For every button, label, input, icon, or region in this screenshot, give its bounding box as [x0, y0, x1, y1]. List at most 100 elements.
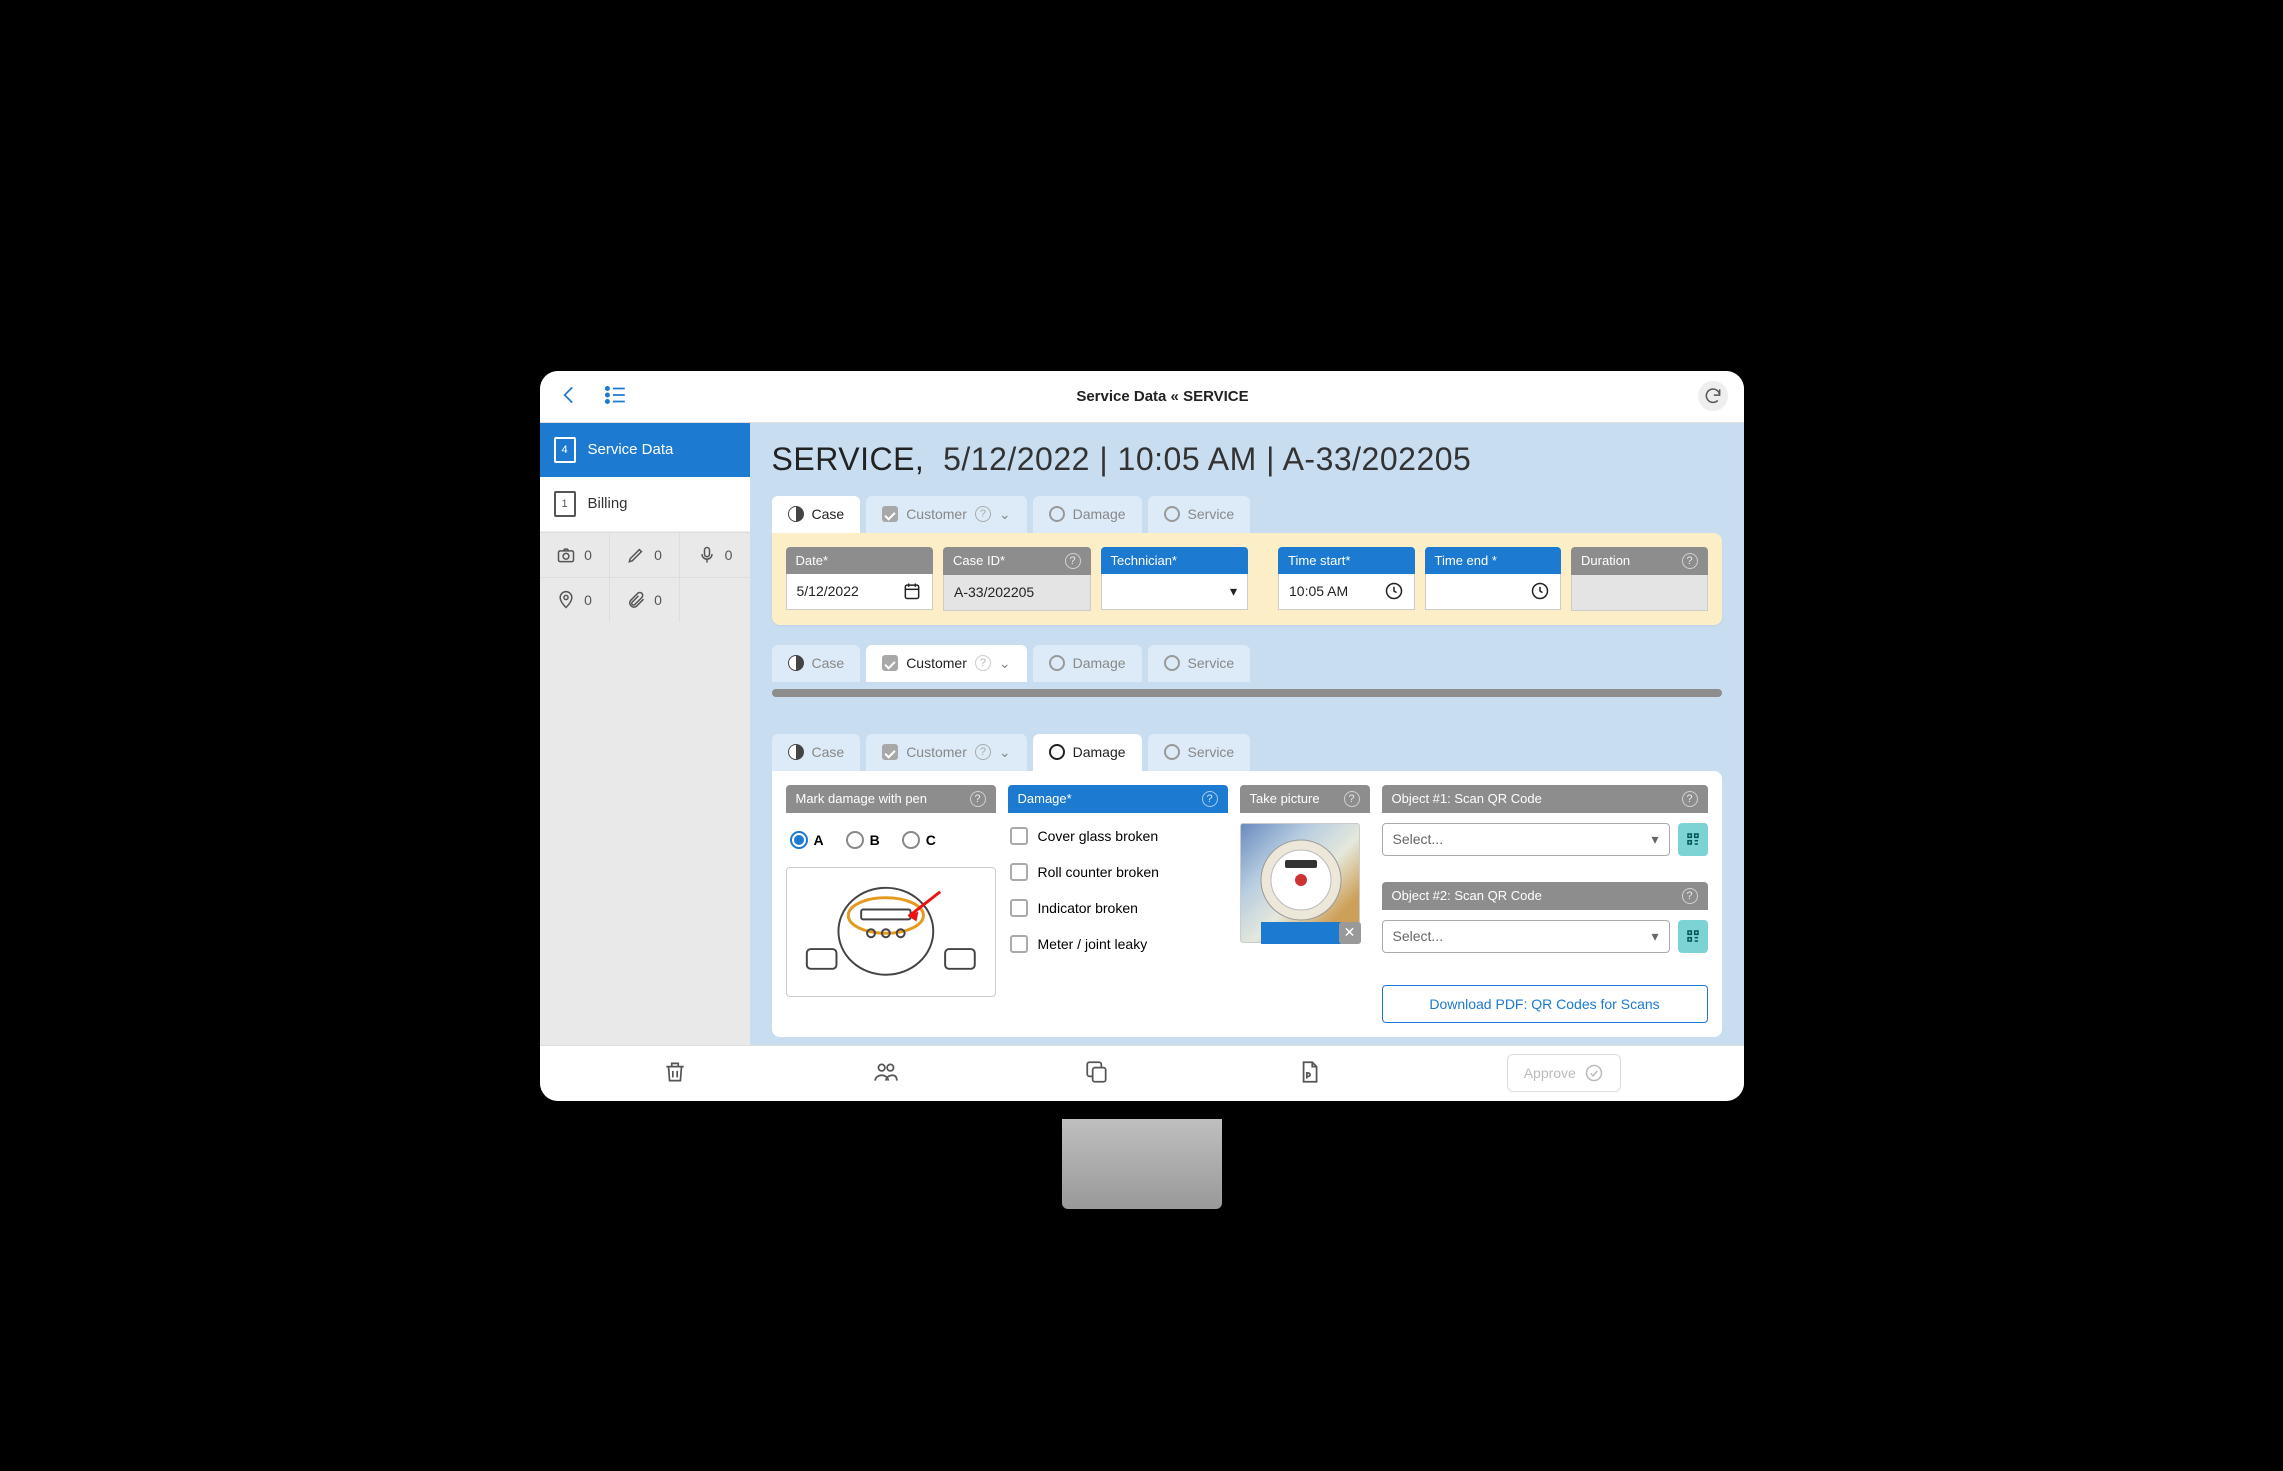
help-icon[interactable]: ? [1682, 791, 1698, 807]
record-header: SERVICE, 5/12/2022 | 10:05 AM | A-33/202… [772, 441, 1722, 478]
mic-counter[interactable]: 0 [680, 533, 750, 578]
field-label-take-picture: Take picture? [1240, 785, 1370, 813]
circle-icon [1049, 744, 1065, 760]
tab-case[interactable]: Case [772, 496, 861, 533]
bottom-bar: Approve [540, 1045, 1744, 1101]
tab-customer[interactable]: Customer?⌄ [866, 645, 1026, 682]
pen-counter[interactable]: 0 [610, 533, 680, 578]
date-field[interactable]: 5/12/2022 [786, 574, 934, 610]
pin-counter[interactable]: 0 [540, 578, 610, 622]
attachment-counter[interactable]: 0 [610, 578, 680, 622]
damage-option[interactable]: Indicator broken [1008, 895, 1228, 921]
half-circle-icon [788, 506, 804, 522]
chevron-down-icon: ▾ [1651, 831, 1658, 848]
sidebar-item-label: Service Data [588, 441, 674, 458]
duration-field [1571, 575, 1708, 611]
sidebar-counters: 0 0 0 0 0 [540, 532, 750, 622]
half-circle-icon [788, 655, 804, 671]
damage-photo[interactable]: ✕ [1240, 823, 1360, 943]
tab-damage[interactable]: Damage [1033, 496, 1142, 533]
page-title: Service Data « SERVICE [648, 388, 1678, 405]
section-divider [772, 689, 1722, 697]
download-qr-pdf-button[interactable]: Download PDF: QR Codes for Scans [1382, 985, 1708, 1023]
section-tabs-damage: Case Customer?⌄ Damage Service [772, 734, 1722, 771]
pdf-icon[interactable] [1296, 1059, 1322, 1088]
field-label-mark-damage: Mark damage with pen? [786, 785, 996, 813]
case-panel: Date* 5/12/2022 Case ID*? A-33/202205 Te… [772, 533, 1722, 625]
tab-service[interactable]: Service [1148, 496, 1251, 533]
help-icon[interactable]: ? [1682, 553, 1698, 569]
list-icon[interactable] [602, 382, 628, 411]
radio-a[interactable]: A [790, 831, 824, 849]
help-icon[interactable]: ? [1202, 791, 1218, 807]
sidebar-item-service-data[interactable]: 4 Service Data [540, 423, 750, 477]
help-icon[interactable]: ? [970, 791, 986, 807]
tab-damage[interactable]: Damage [1033, 734, 1142, 771]
tab-customer[interactable]: Customer?⌄ [866, 496, 1026, 533]
circle-icon [1049, 506, 1065, 522]
camera-counter[interactable]: 0 [540, 533, 610, 578]
caseid-field: A-33/202205 [943, 575, 1091, 611]
damage-option[interactable]: Roll counter broken [1008, 859, 1228, 885]
field-label-technician: Technician* [1101, 547, 1249, 574]
field-label-qr1: Object #1: Scan QR Code? [1382, 785, 1708, 813]
check-icon [882, 655, 898, 671]
tab-customer[interactable]: Customer?⌄ [866, 734, 1026, 771]
refresh-icon[interactable] [1698, 381, 1728, 411]
approve-button[interactable]: Approve [1507, 1054, 1621, 1092]
back-icon[interactable] [556, 382, 582, 411]
help-icon[interactable]: ? [1682, 888, 1698, 904]
chevron-down-icon: ▾ [1230, 583, 1237, 600]
users-icon[interactable] [873, 1059, 899, 1088]
tab-case[interactable]: Case [772, 645, 861, 682]
chevron-down-icon: ⌄ [999, 744, 1011, 761]
field-label-duration: Duration? [1571, 547, 1708, 575]
chevron-down-icon: ▾ [1651, 928, 1658, 945]
page-count-badge: 4 [554, 437, 576, 463]
damage-option[interactable]: Meter / joint leaky [1008, 931, 1228, 957]
qr1-select[interactable]: Select...▾ [1382, 823, 1670, 856]
help-icon: ? [975, 744, 991, 760]
chevron-down-icon: ⌄ [999, 506, 1011, 523]
field-label-damage-list: Damage*? [1008, 785, 1228, 813]
field-label-time-start: Time start* [1278, 547, 1415, 574]
check-icon [882, 506, 898, 522]
clock-icon [1530, 581, 1550, 601]
damage-panel: Mark damage with pen? A B C [772, 771, 1722, 1037]
remove-photo-icon[interactable]: ✕ [1339, 922, 1361, 944]
sidebar-item-label: Billing [588, 495, 628, 512]
circle-icon [1164, 655, 1180, 671]
circle-icon [1164, 744, 1180, 760]
help-icon[interactable]: ? [1065, 553, 1081, 569]
help-icon[interactable]: ? [1344, 791, 1360, 807]
qr-scan-button[interactable] [1678, 920, 1708, 953]
tab-damage[interactable]: Damage [1033, 645, 1142, 682]
qr2-select[interactable]: Select...▾ [1382, 920, 1670, 953]
chevron-down-icon: ⌄ [999, 655, 1011, 672]
section-customer: Case Customer?⌄ Damage Service [772, 645, 1722, 682]
copy-icon[interactable] [1084, 1059, 1110, 1088]
help-icon: ? [975, 655, 991, 671]
trash-icon[interactable] [662, 1059, 688, 1088]
tab-service[interactable]: Service [1148, 645, 1251, 682]
sidebar: 4 Service Data 1 Billing 0 0 [540, 423, 750, 1045]
section-tabs-case: Case Customer?⌄ Damage Service [772, 496, 1722, 533]
qr-scan-button[interactable] [1678, 823, 1708, 856]
top-bar: Service Data « SERVICE [540, 371, 1744, 423]
time-start-field[interactable]: 10:05 AM [1278, 574, 1415, 610]
technician-select[interactable]: ▾ [1101, 574, 1249, 610]
radio-b[interactable]: B [846, 831, 880, 849]
field-label-time-end: Time end * [1425, 547, 1562, 574]
circle-icon [1164, 506, 1180, 522]
tab-service[interactable]: Service [1148, 734, 1251, 771]
damage-sketch[interactable] [786, 867, 996, 997]
sidebar-item-billing[interactable]: 1 Billing [540, 477, 750, 532]
radio-c[interactable]: C [902, 831, 936, 849]
tab-case[interactable]: Case [772, 734, 861, 771]
damage-option[interactable]: Cover glass broken [1008, 823, 1228, 849]
half-circle-icon [788, 744, 804, 760]
calendar-icon [902, 581, 922, 601]
check-icon [882, 744, 898, 760]
field-label-date: Date* [786, 547, 934, 574]
time-end-field[interactable] [1425, 574, 1562, 610]
